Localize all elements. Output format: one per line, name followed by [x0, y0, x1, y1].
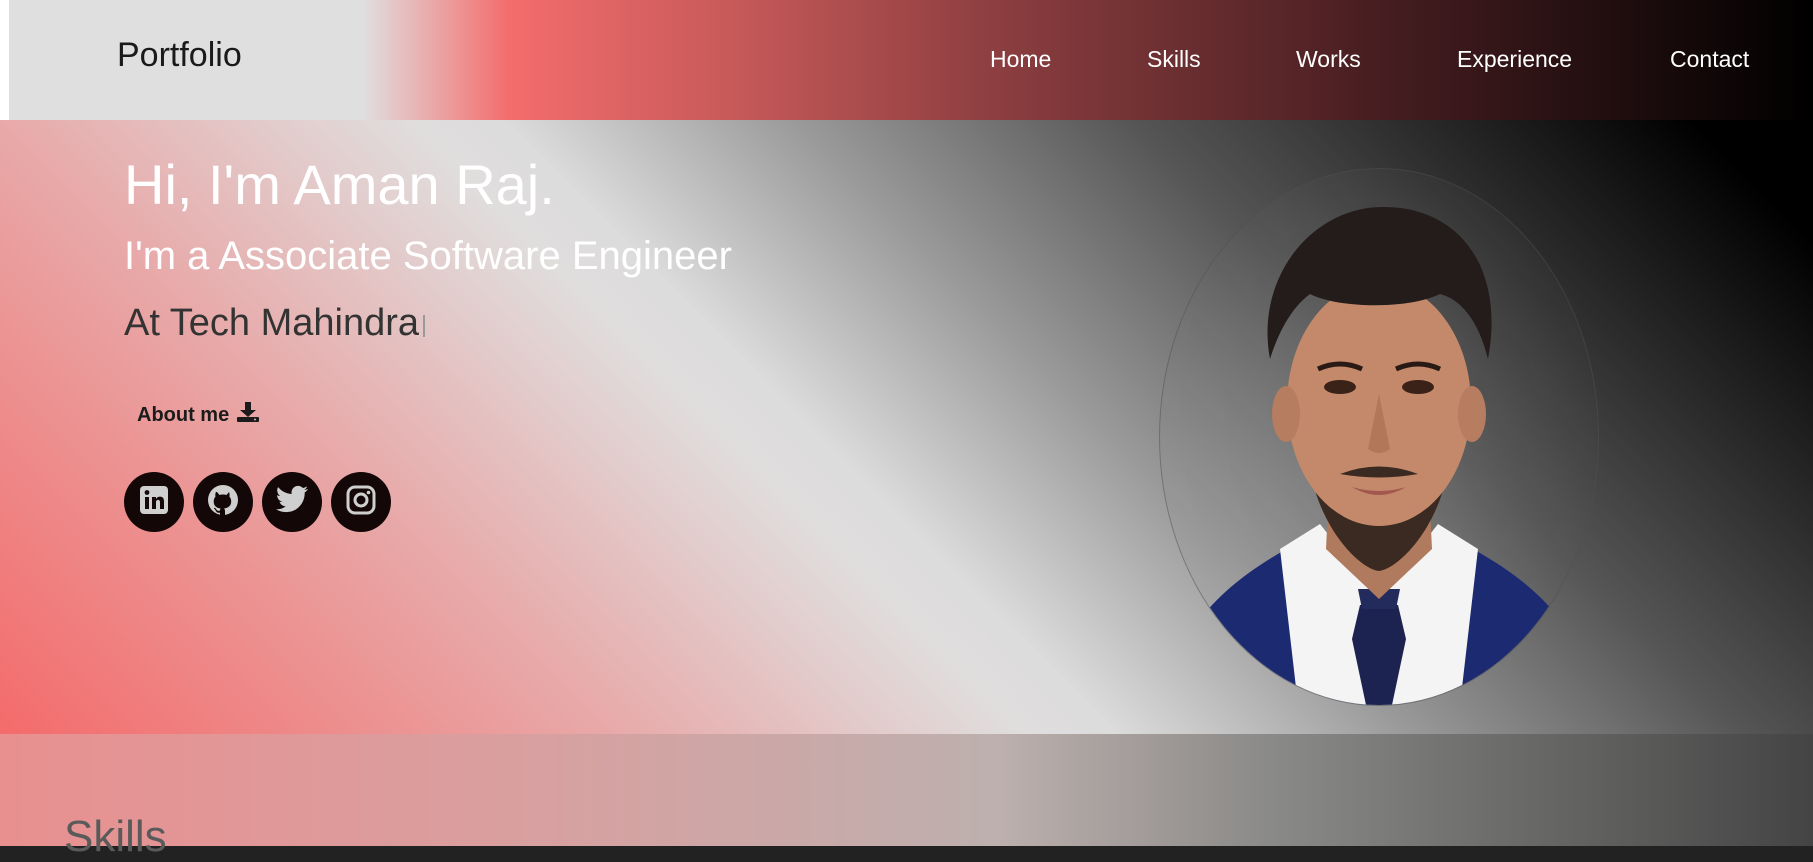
nav-link-home[interactable]: Home — [990, 46, 1051, 73]
twitter-button[interactable] — [262, 472, 322, 532]
nav-link-skills[interactable]: Skills — [1147, 46, 1201, 73]
github-icon — [206, 483, 240, 522]
linkedin-icon — [138, 484, 170, 521]
skills-heading: Skills — [64, 812, 167, 861]
twitter-icon — [275, 485, 309, 520]
hero-company: At Tech Mahindra — [124, 302, 426, 345]
hero-company-text: At Tech Mahindra — [124, 302, 420, 344]
skills-section — [0, 734, 1813, 846]
nav-link-works[interactable]: Works — [1296, 46, 1361, 73]
about-me-label: About me — [137, 403, 230, 426]
nav-link-experience[interactable]: Experience — [1457, 46, 1572, 73]
about-me-button[interactable]: About me — [137, 402, 260, 428]
linkedin-button[interactable] — [124, 472, 184, 532]
nav-link-contact[interactable]: Contact — [1670, 46, 1749, 73]
hero-role: I'm a Associate Software Engineer — [124, 234, 732, 278]
instagram-icon — [346, 485, 376, 520]
typing-caret — [423, 315, 426, 337]
instagram-button[interactable] — [331, 472, 391, 532]
hero-greeting: Hi, I'm Aman Raj. — [124, 153, 555, 216]
profile-photo — [1159, 168, 1599, 706]
brand-logo[interactable]: Portfolio — [117, 36, 242, 75]
navbar: Portfolio Home Skills Works Experience C… — [0, 0, 1813, 120]
github-button[interactable] — [193, 472, 253, 532]
nav-edge — [0, 0, 9, 120]
download-icon — [237, 402, 260, 428]
